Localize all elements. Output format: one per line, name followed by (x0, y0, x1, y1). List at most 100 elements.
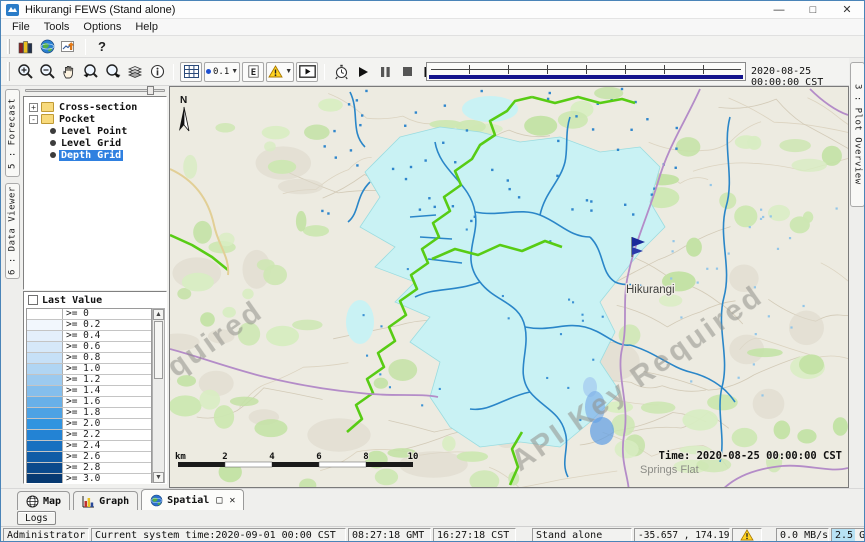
pan-hand-icon (61, 64, 77, 80)
menu-tools[interactable]: Tools (37, 20, 77, 34)
zoom-next-button[interactable] (102, 62, 124, 82)
tree-item[interactable]: - Pocket (24, 113, 166, 125)
tab-spatial-label: Spatial (167, 495, 209, 506)
scroll-down-icon[interactable]: ▼ (153, 472, 164, 483)
grid-icon (184, 65, 199, 78)
timeline-slider[interactable] (426, 62, 746, 81)
legend-panel: Last Value >= 0 >= 0.2 (23, 291, 167, 484)
legend-value-label: >= 0 (63, 309, 89, 319)
legend-scrollbar[interactable]: ▲ ▼ (152, 308, 165, 484)
status-bar: Administrator Current system time:2020-0… (1, 526, 864, 542)
menu-file[interactable]: File (5, 20, 37, 34)
tree-expander-icon[interactable]: + (29, 103, 38, 112)
last-value-checkbox[interactable] (28, 295, 38, 305)
animation-export-button[interactable] (296, 62, 318, 82)
maximize-button[interactable]: □ (796, 1, 830, 18)
tab-map[interactable]: Map (17, 491, 70, 510)
label-icon: E (248, 65, 259, 78)
legend-table: >= 0 >= 0.2 >= 0.4 (26, 308, 152, 484)
last-value-label: Last Value (42, 295, 102, 306)
node-icon (41, 114, 54, 124)
tab-graph[interactable]: Graph (73, 491, 138, 510)
legend-value-label: >= 3.0 (63, 474, 100, 484)
area-label: Springs Flat (640, 464, 699, 476)
zoom-out-button[interactable] (36, 62, 58, 82)
legend-color-swatch (27, 331, 63, 341)
tree-item[interactable]: Depth Grid (24, 149, 166, 161)
tree-item[interactable]: Level Point (24, 125, 166, 137)
toolbar-separator (324, 64, 325, 80)
menu-options[interactable]: Options (76, 20, 128, 34)
tree-item[interactable]: + Cross-section (24, 101, 166, 113)
map-canvas[interactable]: API Key Required API Key Required Hikura… (170, 87, 849, 488)
map-time-label: Time: 2020-08-25 00:00:00 CST (659, 450, 842, 462)
animation-timer-button[interactable] (330, 62, 352, 82)
layer-tree: + Cross-section - Pocket Level Point (23, 96, 167, 290)
layer-panel: + Cross-section - Pocket Level Point (21, 86, 169, 488)
scale-tick: 6 (316, 452, 321, 462)
slider-handle[interactable] (147, 86, 154, 95)
scroll-up-icon[interactable]: ▲ (153, 309, 164, 320)
legend-value-label: >= 1.8 (63, 408, 100, 418)
wireframe-globe-icon (26, 495, 39, 508)
legend-color-swatch (27, 386, 63, 396)
tree-item-label: Pocket (57, 114, 97, 125)
grid-display-button[interactable] (180, 62, 202, 82)
tab-data-viewer[interactable]: 6 : Data Viewer (5, 183, 20, 279)
town-label: Hikurangi (626, 284, 675, 296)
status-warning-cell[interactable] (732, 528, 762, 542)
pan-button[interactable] (58, 62, 80, 82)
class-break-dropdown[interactable]: 0.1 ▼ (204, 62, 240, 82)
tree-item-label: Depth Grid (59, 150, 123, 161)
legend-row[interactable]: >= 3.0 (27, 474, 151, 484)
legend-value-label: >= 2.0 (63, 419, 100, 429)
window-title: Hikurangi FEWS (Stand alone) (25, 4, 175, 16)
tab-graph-label: Graph (99, 496, 129, 507)
minimize-button[interactable]: — (762, 1, 796, 18)
logs-button[interactable]: Logs (17, 511, 56, 525)
menu-help[interactable]: Help (128, 20, 165, 34)
zoom-in-button[interactable] (14, 62, 36, 82)
scale-tick: 10 (408, 452, 419, 462)
explorer-button[interactable] (14, 37, 36, 57)
close-button[interactable]: ✕ (830, 1, 864, 18)
legend-value-label: >= 2.4 (63, 441, 100, 451)
tab-spatial[interactable]: Spatial □ ✕ (141, 489, 244, 510)
app-logo-icon (6, 4, 19, 16)
movie-icon (299, 65, 316, 78)
status-system-time: Current system time:2020-09-01 00:00 CST (91, 528, 346, 542)
map-toolbar: 0.1 ▼ E ▼ (1, 58, 849, 86)
close-tab-icon[interactable]: ✕ (229, 495, 235, 506)
legend-color-swatch (27, 419, 63, 429)
info-button[interactable] (146, 62, 168, 82)
legend-color-swatch (27, 452, 63, 462)
legend-value-label: >= 0.2 (63, 320, 100, 330)
map-view[interactable]: API Key Required API Key Required Hikura… (169, 86, 849, 488)
opacity-slider[interactable] (23, 86, 167, 95)
zoom-previous-button[interactable] (80, 62, 102, 82)
stop-button[interactable] (396, 62, 418, 82)
legend-color-swatch (27, 364, 63, 374)
chevron-down-icon: ▼ (285, 68, 292, 75)
spatial-globe-icon (150, 494, 163, 507)
zoom-previous-icon (82, 63, 100, 80)
thresholds-dropdown[interactable]: ▼ (266, 62, 294, 82)
timer-icon (334, 64, 349, 80)
tab-forecast[interactable]: 5 : Forecast (5, 89, 20, 177)
logs-row: Logs (1, 510, 864, 526)
spatial-display-button[interactable] (36, 37, 58, 57)
tree-expander-icon[interactable]: - (29, 115, 38, 124)
play-button[interactable] (352, 62, 374, 82)
labels-toggle-button[interactable]: E (242, 62, 264, 82)
import-display-button[interactable] (58, 37, 80, 57)
tree-item[interactable]: Level Grid (24, 137, 166, 149)
layers-button[interactable] (124, 62, 146, 82)
help-button[interactable]: ? (91, 37, 113, 57)
float-panel-icon[interactable]: □ (216, 495, 222, 506)
status-mode: Stand alone (532, 528, 632, 542)
legend-color-swatch (27, 320, 63, 330)
pause-button[interactable] (374, 62, 396, 82)
tab-plot-overview[interactable]: 3 : Plot Overview (850, 62, 865, 207)
scrollbar-thumb[interactable] (154, 321, 163, 379)
legend-value-label: >= 2.8 (63, 463, 100, 473)
